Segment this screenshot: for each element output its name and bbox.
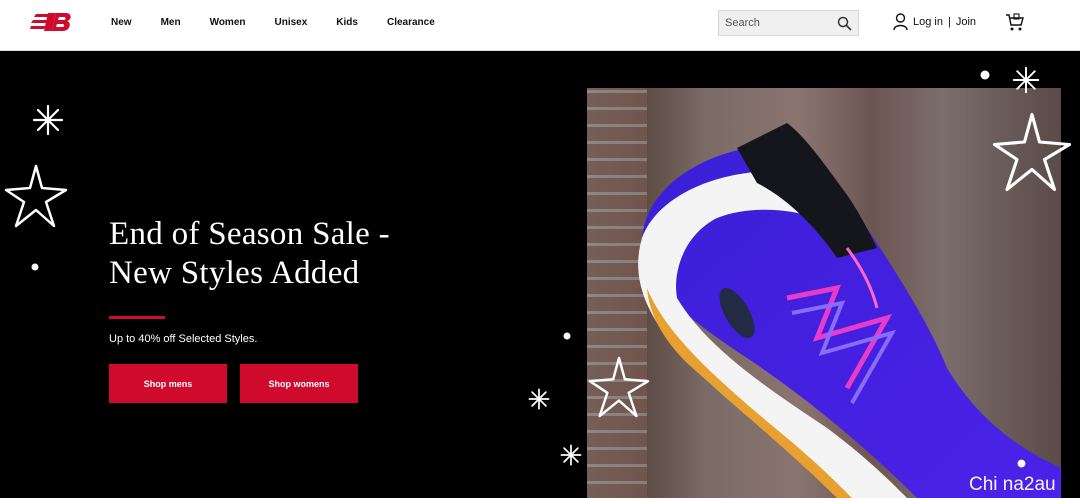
sparkle-icon bbox=[32, 104, 64, 136]
running-shoe-graphic bbox=[638, 123, 1061, 498]
hero-title: End of Season Sale - New Styles Added bbox=[109, 215, 489, 293]
hero-accent-line bbox=[109, 316, 165, 319]
nav-women[interactable]: Women bbox=[210, 16, 246, 30]
search-icon[interactable] bbox=[837, 16, 852, 31]
join-link[interactable]: Join bbox=[956, 13, 976, 31]
hero-title-line-1: End of Season Sale - bbox=[109, 216, 390, 252]
nav-new[interactable]: New bbox=[111, 16, 132, 30]
dot-icon bbox=[980, 70, 990, 80]
site-header: New Men Women Unisex Kids Clearance Log … bbox=[0, 0, 1080, 51]
nav-clearance[interactable]: Clearance bbox=[387, 16, 435, 30]
sparkle-icon bbox=[1012, 66, 1040, 94]
nav-unisex[interactable]: Unisex bbox=[275, 16, 308, 30]
nav-kids[interactable]: Kids bbox=[336, 16, 358, 30]
account-links: Log in | Join bbox=[893, 13, 976, 31]
star-outline-icon bbox=[588, 356, 650, 418]
dot-icon bbox=[563, 332, 571, 340]
hero-subtitle: Up to 40% off Selected Styles. bbox=[109, 333, 258, 345]
shop-mens-button[interactable]: Shop mens bbox=[109, 364, 227, 403]
star-outline-icon bbox=[4, 164, 68, 228]
watermark-text: Chi na2au bbox=[969, 474, 1056, 495]
account-separator: | bbox=[947, 16, 951, 28]
search-box bbox=[718, 10, 859, 36]
dot-icon bbox=[1017, 459, 1026, 468]
hero-banner: End of Season Sale - New Styles Added Up… bbox=[0, 52, 1080, 498]
hero-title-line-2: New Styles Added bbox=[109, 255, 360, 291]
main-nav: New Men Women Unisex Kids Clearance bbox=[111, 16, 464, 30]
login-link[interactable]: Log in bbox=[913, 13, 943, 31]
shop-womens-button[interactable]: Shop womens bbox=[240, 364, 358, 403]
cart-icon[interactable] bbox=[1005, 13, 1025, 32]
star-outline-icon bbox=[992, 112, 1072, 192]
dot-icon bbox=[31, 263, 39, 271]
sparkle-icon bbox=[560, 444, 582, 466]
new-balance-logo[interactable] bbox=[30, 11, 72, 33]
nav-men[interactable]: Men bbox=[161, 16, 181, 30]
hero-shoe-image bbox=[587, 88, 1061, 498]
user-icon[interactable] bbox=[893, 13, 908, 31]
sparkle-icon bbox=[528, 388, 550, 410]
search-input[interactable] bbox=[719, 17, 829, 29]
